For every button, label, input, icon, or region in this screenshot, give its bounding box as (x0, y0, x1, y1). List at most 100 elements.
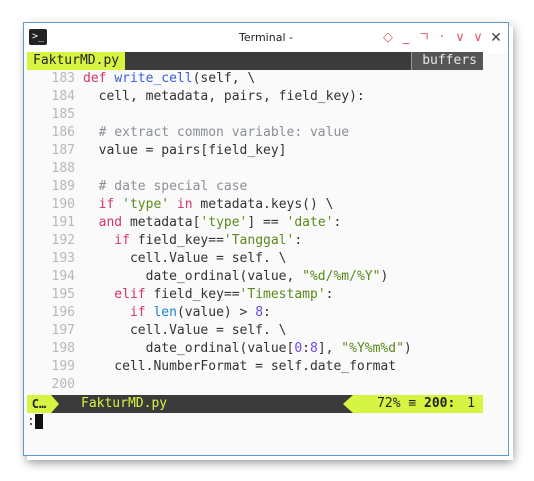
code-token: field_key== (153, 287, 240, 302)
code-token: date_ordinal(value[ (83, 341, 295, 356)
mode-separator (51, 395, 59, 413)
code-line[interactable]: 188 (27, 160, 483, 178)
code-token: (self, \ (192, 71, 256, 86)
line-number: 200: (424, 396, 456, 411)
code-token: metadata.keys() \ (200, 197, 334, 212)
tab-fakturmd[interactable]: FakturMD.py (27, 52, 126, 70)
statusline-filename: FakturMD.py (81, 396, 168, 411)
text-cursor (34, 414, 43, 429)
code-token: if (83, 233, 138, 248)
line-number-label: 186 (51, 125, 75, 140)
line-number-label: 194 (51, 269, 75, 284)
code-text: def write_cell(self, \ (83, 70, 255, 88)
code-token: 0 (294, 341, 303, 356)
shade-icon[interactable]: ∨ (454, 30, 466, 46)
scroll-percent: 72% (377, 396, 401, 411)
close-icon[interactable]: ✕ (490, 30, 502, 46)
line-number-label: 188 (51, 161, 75, 176)
command-line[interactable]: : (27, 413, 483, 430)
code-token: : (294, 233, 303, 248)
code-line[interactable]: 198 date_ordinal(value[0:8], "%Y%m%d") (27, 340, 483, 358)
command-text: : (27, 414, 35, 429)
code-line[interactable]: 189 # date special case (27, 178, 483, 196)
line-number-label: 183 (51, 71, 75, 86)
code-token: if (83, 197, 123, 212)
column-number: 1 (467, 396, 475, 411)
code-token: metadata[ (129, 215, 201, 230)
vim-statusline: C… FakturMD.py 72% ≡ 200: 1 (27, 395, 483, 413)
code-token: ) (403, 341, 412, 356)
dot-icon[interactable]: · (436, 30, 448, 46)
line-number-label: 191 (51, 215, 75, 230)
code-token: "%Y%m%d" (341, 341, 404, 356)
code-token: : (333, 215, 342, 230)
vim-tabline: FakturMD.py buffers (27, 52, 483, 70)
line-number-label: 190 (51, 197, 75, 212)
code-line[interactable]: 197 cell.Value = self. \ (27, 322, 483, 340)
code-line[interactable]: 200 (27, 376, 483, 394)
line-number-label: 200 (51, 377, 75, 392)
line-number-label: 193 (51, 251, 75, 266)
code-editor[interactable]: 183 def write_cell(self, \ 184 cell, metad… (27, 70, 483, 396)
line-number-label: 187 (51, 143, 75, 158)
code-token: : (263, 305, 271, 320)
line-number-label: 198 (51, 341, 75, 356)
code-line[interactable]: 185 (27, 106, 483, 124)
code-token: date_ordinal(value, (83, 269, 303, 284)
code-line[interactable]: 193 cell.Value = self. \ (27, 250, 483, 268)
line-number-label: 196 (51, 305, 75, 320)
code-line[interactable]: 186 # extract common variable: value (27, 124, 483, 142)
code-text: date_ordinal(value[0:8], "%Y%m%d") (83, 340, 412, 358)
code-token: def (83, 71, 115, 86)
code-token: ) (380, 269, 389, 284)
code-line[interactable]: 183 def write_cell(self, \ (27, 70, 483, 88)
code-token: value = pairs[field_key] (83, 143, 287, 158)
code-line[interactable]: 190 if 'type' in metadata.keys() \ (27, 196, 483, 214)
minimize-icon[interactable]: _ (400, 30, 412, 46)
position-separator (343, 395, 354, 413)
code-token: cell.Value = self. \ (83, 323, 287, 338)
code-token: 'type' (200, 215, 248, 230)
code-token: len (153, 305, 177, 320)
code-line[interactable]: 192 if field_key=='Tanggal': (27, 232, 483, 250)
code-token: 'date' (286, 215, 334, 230)
code-text: value = pairs[field_key] (83, 142, 287, 160)
code-line[interactable]: 184 cell, metadata, pairs, field_key): (27, 88, 483, 106)
line-number-label: 185 (51, 107, 75, 122)
code-line[interactable]: 187 value = pairs[field_key] (27, 142, 483, 160)
code-text: if field_key=='Tanggal': (83, 232, 302, 250)
buffers-label: buffers (411, 52, 483, 70)
code-token: in (169, 197, 201, 212)
code-token: : (325, 287, 334, 302)
menu-icon: ≡ (408, 396, 417, 411)
code-token: and (83, 215, 130, 230)
statusline-position: 72% ≡ 200: 1 (343, 395, 483, 413)
sticky-icon[interactable]: ◇ (382, 30, 394, 46)
code-token: 'Tanggal' (223, 233, 295, 248)
code-text: cell.NumberFormat = self.date_format (83, 358, 396, 376)
menu-down-icon[interactable]: ∨ (472, 30, 484, 46)
code-line[interactable]: 191 and metadata['type'] == 'date': (27, 214, 483, 232)
code-line[interactable]: 199 cell.NumberFormat = self.date_format (27, 358, 483, 376)
code-text: cell.Value = self. \ (83, 322, 287, 340)
code-line[interactable]: 194 date_ordinal(value, "%d/%m/%Y") (27, 268, 483, 286)
maximize-icon[interactable]: ㄱ (418, 30, 430, 46)
code-token: # extract common variable: value (83, 125, 350, 140)
code-token: write_cell (114, 71, 193, 86)
code-line[interactable]: 196 if len(value) > 8: (27, 304, 483, 322)
code-token: cell.Value = self. \ (83, 251, 287, 266)
code-token: cell, metadata, pairs, field_key): (83, 89, 365, 104)
code-text: elif field_key=='Timestamp': (83, 286, 333, 304)
line-number-label: 192 (51, 233, 75, 248)
line-number-label: 184 (51, 89, 75, 104)
code-text: if 'type' in metadata.keys() \ (83, 196, 334, 214)
code-token: 'type' (122, 197, 170, 212)
code-token: field_key== (137, 233, 224, 248)
code-token: (value) > (176, 305, 256, 320)
code-text: cell, metadata, pairs, field_key): (83, 88, 365, 106)
line-number-label: 199 (51, 359, 75, 374)
code-line[interactable]: 195 elif field_key=='Timestamp': (27, 286, 483, 304)
code-token: # date special case (83, 179, 248, 194)
mode-indicator: C… (27, 395, 51, 413)
title-bar[interactable]: >_ Terminal - ◇ _ ㄱ · ∨ ∨ ✕ (24, 23, 508, 53)
